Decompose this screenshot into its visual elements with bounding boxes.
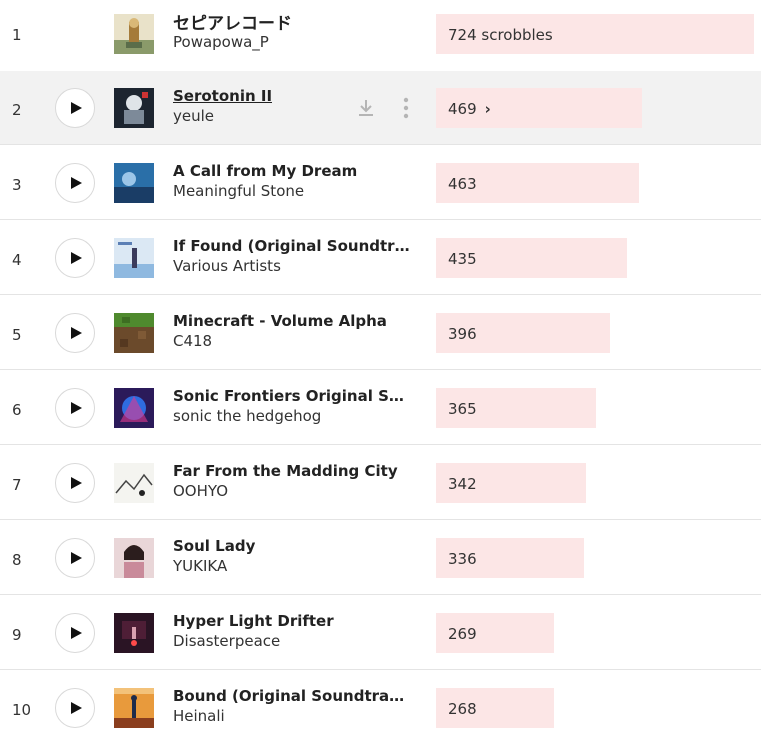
- track-rank: 8: [12, 551, 22, 569]
- album-art[interactable]: [114, 88, 154, 128]
- track-artist[interactable]: YUKIKA: [173, 557, 227, 575]
- track-artist[interactable]: Heinali: [173, 707, 225, 725]
- play-button[interactable]: [55, 388, 95, 428]
- track-row: 6 Sonic Frontiers Original Soun… sonic t…: [0, 371, 761, 445]
- track-artist[interactable]: Disasterpeace: [173, 632, 280, 650]
- track-row: 8 Soul Lady YUKIKA 336: [0, 521, 761, 595]
- track-artist[interactable]: OOHYO: [173, 482, 228, 500]
- play-button[interactable]: [55, 688, 95, 728]
- album-art[interactable]: [114, 14, 154, 54]
- scrobble-count: 342: [448, 475, 477, 493]
- track-title[interactable]: Bound (Original Soundtrack): [173, 687, 413, 705]
- track-rank: 1: [12, 26, 22, 44]
- album-art[interactable]: [114, 388, 154, 428]
- scrobble-count: 724 scrobbles: [448, 26, 553, 44]
- album-art[interactable]: [114, 538, 154, 578]
- more-vertical-icon[interactable]: [400, 97, 412, 119]
- play-icon: [71, 402, 82, 414]
- play-icon: [71, 552, 82, 564]
- track-title[interactable]: Hyper Light Drifter: [173, 612, 334, 630]
- album-art[interactable]: [114, 238, 154, 278]
- track-row: 1 セピアレコード Powapowa_P 724 scrobbles: [0, 0, 761, 74]
- track-title[interactable]: Soul Lady: [173, 537, 255, 555]
- play-icon: [71, 102, 82, 114]
- track-rank: 7: [12, 476, 22, 494]
- play-icon: [71, 702, 82, 714]
- chevron-right-icon[interactable]: ›: [485, 100, 491, 118]
- track-title[interactable]: Serotonin II: [173, 87, 272, 105]
- album-art[interactable]: [114, 163, 154, 203]
- track-row: 4 If Found (Original Soundtrack) Various…: [0, 221, 761, 295]
- track-title[interactable]: セピアレコード: [173, 9, 292, 34]
- scrobble-count: 268: [448, 700, 477, 718]
- download-icon[interactable]: [356, 98, 376, 118]
- play-icon: [71, 327, 82, 339]
- play-button[interactable]: [55, 163, 95, 203]
- track-row: 9 Hyper Light Drifter Disasterpeace 269: [0, 596, 761, 670]
- track-title[interactable]: A Call from My Dream: [173, 162, 357, 180]
- track-rank: 4: [12, 251, 22, 269]
- album-art[interactable]: [114, 463, 154, 503]
- track-title[interactable]: Sonic Frontiers Original Soun…: [173, 387, 413, 405]
- scrobble-count: 365: [448, 400, 477, 418]
- play-icon: [71, 627, 82, 639]
- play-icon: [71, 252, 82, 264]
- play-button[interactable]: [55, 88, 95, 128]
- track-title[interactable]: If Found (Original Soundtrack): [173, 237, 413, 255]
- album-art[interactable]: [114, 313, 154, 353]
- scrobble-count: 435: [448, 250, 477, 268]
- track-artist[interactable]: C418: [173, 332, 212, 350]
- track-rank: 5: [12, 326, 22, 344]
- track-rank: 6: [12, 401, 22, 419]
- play-button[interactable]: [55, 463, 95, 503]
- track-rank: 10: [12, 701, 32, 719]
- track-artist[interactable]: Various Artists: [173, 257, 281, 275]
- track-artist[interactable]: Meaningful Stone: [173, 182, 304, 200]
- play-button[interactable]: [55, 538, 95, 578]
- track-title[interactable]: Far From the Madding City: [173, 462, 398, 480]
- play-icon: [71, 177, 82, 189]
- track-row: 10 Bound (Original Soundtrack) Heinali 2…: [0, 671, 761, 745]
- track-rank: 9: [12, 626, 22, 644]
- scrobble-count: 336: [448, 550, 477, 568]
- album-art[interactable]: [114, 688, 154, 728]
- scrobble-count: 463: [448, 175, 477, 193]
- track-artist[interactable]: sonic the hedgehog: [173, 407, 321, 425]
- track-title[interactable]: Minecraft - Volume Alpha: [173, 312, 387, 330]
- track-artist[interactable]: yeule: [173, 107, 214, 125]
- play-button[interactable]: [55, 238, 95, 278]
- track-row: 5 Minecraft - Volume Alpha C418 396: [0, 296, 761, 370]
- track-row: 7 Far From the Madding City OOHYO 342: [0, 446, 761, 520]
- track-rank: 2: [12, 101, 22, 119]
- scrobble-count: 269: [448, 625, 477, 643]
- scrobble-count-value: 469: [448, 100, 477, 118]
- play-button[interactable]: [55, 313, 95, 353]
- track-row: 3 A Call from My Dream Meaningful Stone …: [0, 146, 761, 220]
- track-rank: 3: [12, 176, 22, 194]
- play-icon: [71, 477, 82, 489]
- track-artist[interactable]: Powapowa_P: [173, 33, 269, 51]
- album-art[interactable]: [114, 613, 154, 653]
- scrobble-count: 396: [448, 325, 477, 343]
- track-row: 2 Serotonin II yeule 469 ›: [0, 71, 761, 145]
- play-button[interactable]: [55, 613, 95, 653]
- scrobble-count: 469 ›: [448, 100, 491, 118]
